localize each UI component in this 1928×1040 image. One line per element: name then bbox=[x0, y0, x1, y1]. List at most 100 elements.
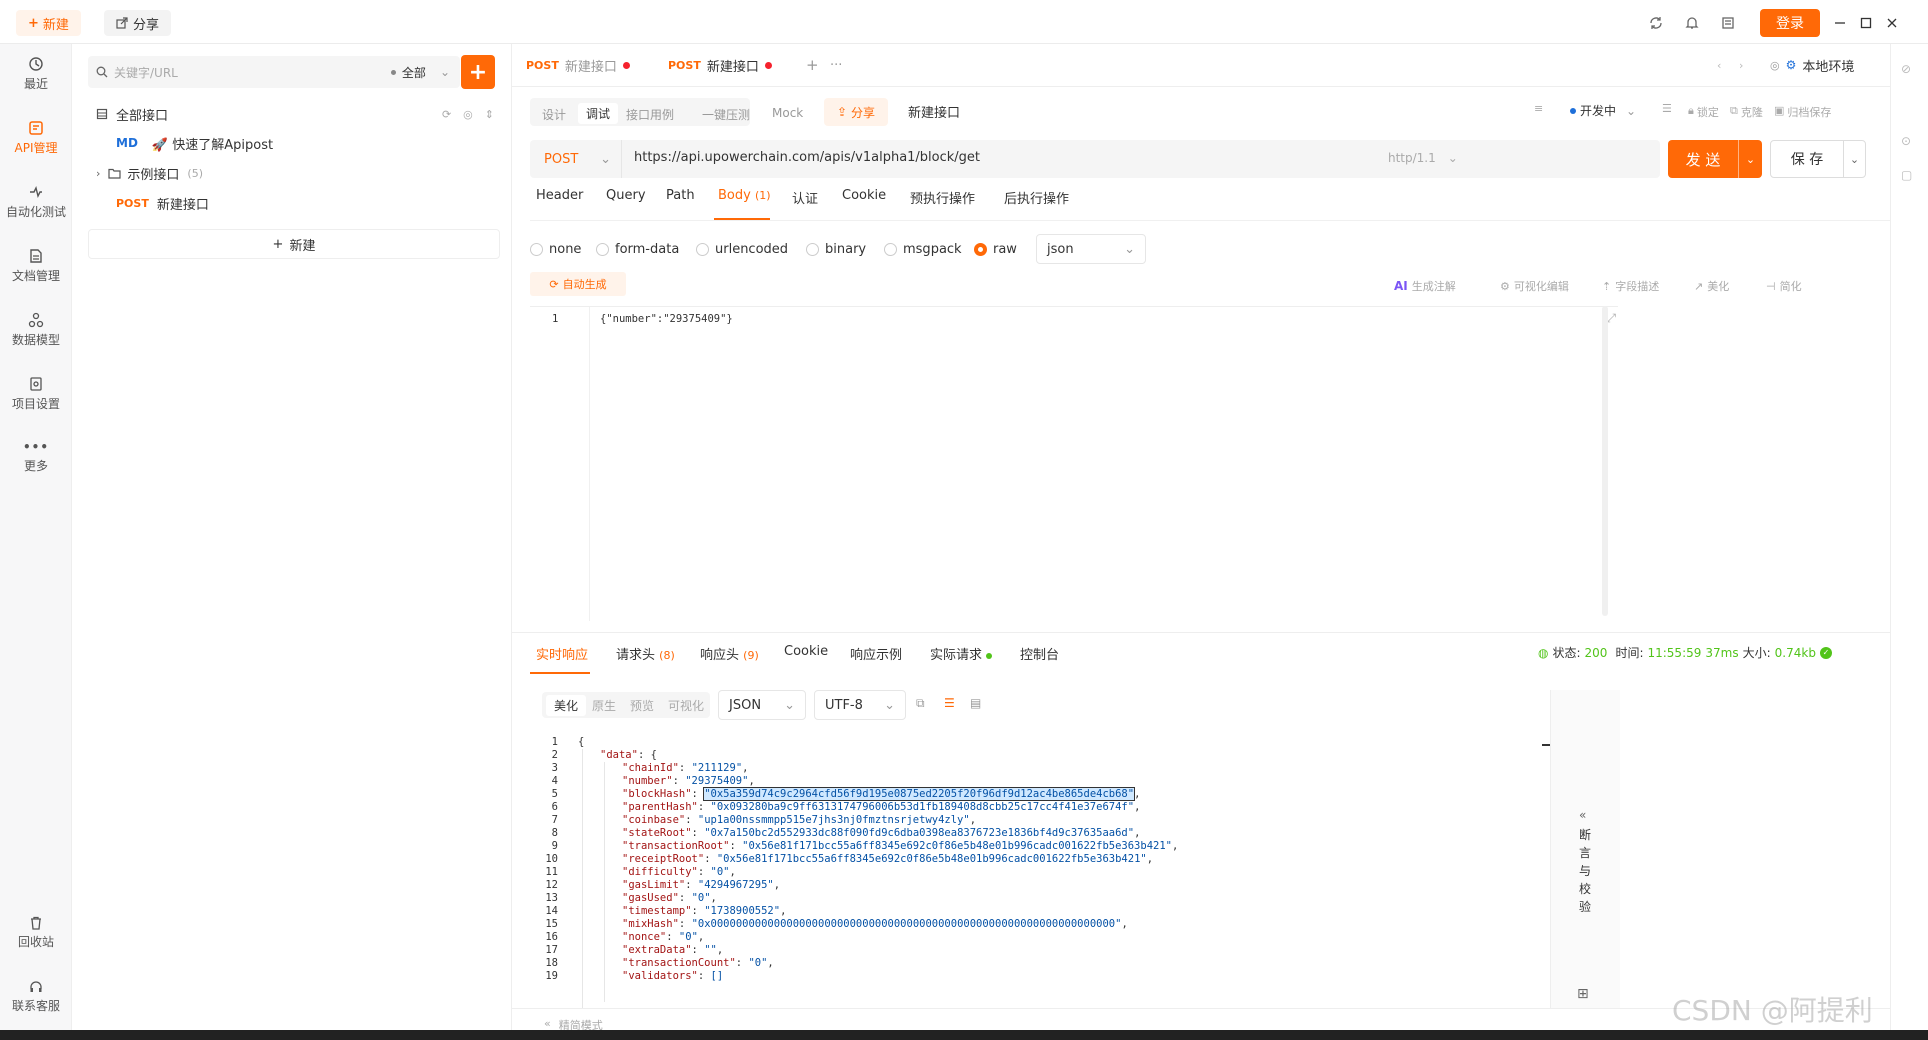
beautify-button[interactable]: ↗ 美化 bbox=[1694, 278, 1729, 294]
settings-small-icon[interactable]: ⊘ bbox=[1901, 62, 1911, 76]
subtab-design[interactable]: 设计 bbox=[542, 106, 566, 123]
tab-request-2[interactable]: POST 新建接口 bbox=[668, 44, 772, 86]
nav-automation[interactable]: 自动化测试 bbox=[0, 184, 72, 220]
req-tab-pre-script[interactable]: 预执行操作 bbox=[910, 188, 975, 207]
tree-folder-examples[interactable]: › 示例接口 (5) bbox=[96, 159, 203, 187]
format-icon[interactable]: ≡ bbox=[1534, 102, 1543, 115]
nav-documents[interactable]: 文档管理 bbox=[0, 248, 72, 284]
subtab-stress[interactable]: 一键压测 bbox=[702, 106, 750, 123]
add-tab-icon[interactable]: + bbox=[806, 44, 819, 86]
locate-icon[interactable]: ◎ bbox=[463, 108, 473, 121]
nav-more[interactable]: ••• 更多 bbox=[0, 440, 72, 474]
environment-select[interactable]: ◎ ⚙ 本地环境 bbox=[1770, 44, 1854, 86]
nav-recent[interactable]: 最近 bbox=[0, 56, 72, 92]
resp-tab-request-headers[interactable]: 请求头 (8) bbox=[616, 644, 675, 663]
resp-tab-actual-request[interactable]: 实际请求 bbox=[930, 644, 993, 663]
radio-urlencoded[interactable]: urlencoded bbox=[696, 242, 788, 257]
radio-form-data[interactable]: form-data bbox=[596, 242, 679, 257]
bell-icon[interactable] bbox=[1681, 12, 1703, 34]
layout-icon[interactable]: ⊞ bbox=[1577, 986, 1589, 1002]
nav-api-management[interactable]: API管理 bbox=[0, 120, 72, 156]
search-box[interactable]: 关键字/URL 全部 ⌄ bbox=[88, 56, 460, 88]
maximize-icon[interactable] bbox=[1855, 12, 1877, 34]
nav-project-settings[interactable]: 项目设置 bbox=[0, 376, 72, 412]
prev-tab-icon[interactable]: ‹ bbox=[1717, 44, 1721, 86]
nav-support[interactable]: 联系客服 bbox=[0, 980, 72, 1014]
more-tabs-icon[interactable]: ··· bbox=[830, 44, 842, 86]
send-dropdown-icon[interactable]: ⌄ bbox=[1738, 140, 1762, 178]
body-code[interactable]: {"number":"29375409"} bbox=[600, 313, 733, 325]
raw-format-select[interactable]: json ⌄ bbox=[1036, 234, 1146, 264]
dev-status-select[interactable]: 开发中 ⌄ bbox=[1570, 102, 1636, 119]
sync-icon[interactable] bbox=[1645, 12, 1667, 34]
new-button[interactable]: + 新建 bbox=[16, 10, 81, 36]
api-name-input[interactable]: 新建接口 bbox=[908, 102, 960, 121]
chevron-left-icon[interactable]: « bbox=[1579, 808, 1586, 822]
field-desc-button[interactable]: ⇡ 字段描述 bbox=[1602, 278, 1659, 294]
radio-binary[interactable]: binary bbox=[806, 242, 866, 257]
resp-tab-examples[interactable]: 响应示例 bbox=[850, 644, 902, 663]
refresh-icon[interactable]: ⟳ bbox=[442, 108, 451, 121]
login-button[interactable]: 登录 bbox=[1760, 9, 1820, 37]
visual-edit-button[interactable]: ⚙ 可视化编辑 bbox=[1500, 278, 1569, 294]
copy-icon[interactable]: ⧉ bbox=[916, 696, 925, 711]
share-button[interactable]: 分享 bbox=[104, 10, 172, 36]
method-select[interactable]: POST ⌄ bbox=[530, 140, 622, 178]
panel-splitter[interactable] bbox=[512, 632, 1928, 633]
search-input[interactable]: 关键字/URL bbox=[114, 64, 385, 81]
save-dropdown-icon[interactable]: ⌄ bbox=[1843, 141, 1865, 177]
tab-request-1[interactable]: POST 新建接口 bbox=[526, 44, 630, 86]
url-input[interactable]: https://api.upowerchain.com/apis/v1alpha… bbox=[634, 150, 980, 165]
auto-generate-button[interactable]: ⟳ 自动生成 bbox=[530, 272, 626, 296]
resp-tab-response-headers[interactable]: 响应头 (9) bbox=[700, 644, 759, 663]
close-icon[interactable] bbox=[1881, 12, 1903, 34]
simplify-button[interactable]: ⊣ 简化 bbox=[1766, 278, 1802, 294]
tree-item-md[interactable]: MD 🚀 快速了解Apipost bbox=[116, 129, 273, 157]
resp-tab-cookie[interactable]: Cookie bbox=[784, 644, 828, 659]
req-tab-path[interactable]: Path bbox=[666, 188, 695, 203]
add-api-button[interactable]: + bbox=[461, 55, 495, 89]
generate-annotation-button[interactable]: AI 生成注解 bbox=[1394, 278, 1456, 294]
tree-item-post[interactable]: POST 新建接口 bbox=[116, 189, 209, 217]
response-format-select[interactable]: JSON ⌄ bbox=[718, 690, 806, 720]
save-button[interactable]: 保 存 ⌄ bbox=[1770, 140, 1866, 178]
response-body[interactable]: 1 {2 "data": {3 "chainId": "211129", 4 "numbe… bbox=[512, 732, 1552, 1038]
encoding-select[interactable]: UTF-8 ⌄ bbox=[814, 690, 906, 720]
req-tab-header[interactable]: Header bbox=[536, 188, 583, 203]
resp-tab-realtime[interactable]: 实时响应 bbox=[536, 644, 588, 663]
req-tab-cookie[interactable]: Cookie bbox=[842, 188, 886, 203]
resp-tab-console[interactable]: 控制台 bbox=[1020, 644, 1059, 663]
view-visual[interactable]: 可视化 bbox=[668, 697, 704, 714]
lock-button[interactable]: 🔒︎ 锁定 bbox=[1688, 104, 1719, 120]
minimize-icon[interactable] bbox=[1829, 12, 1851, 34]
radio-raw[interactable]: raw bbox=[974, 242, 1017, 257]
nav-data-model[interactable]: 数据模型 bbox=[0, 312, 72, 348]
list-icon[interactable]: ☰ bbox=[1662, 102, 1672, 115]
save-response-icon[interactable]: ▤ bbox=[970, 696, 981, 710]
add-new-button[interactable]: + 新建 bbox=[88, 229, 500, 259]
collapse-icon[interactable]: ⇕ bbox=[485, 108, 494, 121]
subtab-mock[interactable]: Mock bbox=[772, 106, 803, 120]
view-beautify[interactable]: 美化 bbox=[546, 695, 587, 716]
share-api-button[interactable]: ⇪ 分享 bbox=[824, 98, 888, 126]
req-tab-query[interactable]: Query bbox=[606, 188, 646, 203]
radio-none[interactable]: none bbox=[530, 242, 581, 257]
nav-trash[interactable]: 回收站 bbox=[0, 916, 72, 950]
send-button[interactable]: 发 送 ⌄ bbox=[1668, 140, 1762, 178]
subtab-debug[interactable]: 调试 bbox=[578, 103, 619, 124]
tree-all-apis[interactable]: 全部接口 ⟳ ◎ ⇕ bbox=[96, 100, 500, 128]
next-tab-icon[interactable]: › bbox=[1739, 44, 1743, 86]
filter-select[interactable]: 全部 bbox=[402, 64, 426, 81]
doc-small-icon[interactable]: ▢ bbox=[1901, 168, 1912, 182]
protocol-select[interactable]: http/1.1 ⌄ bbox=[1388, 151, 1458, 165]
view-raw[interactable]: 原生 bbox=[592, 697, 616, 714]
view-preview[interactable]: 预览 bbox=[630, 697, 654, 714]
assertion-tab[interactable]: 断言与校验 bbox=[1579, 826, 1593, 916]
radio-msgpack[interactable]: msgpack bbox=[884, 242, 962, 257]
archive-save-button[interactable]: ▣ 归档保存 bbox=[1774, 104, 1831, 120]
req-tab-body[interactable]: Body (1) bbox=[718, 188, 771, 203]
req-tab-auth[interactable]: 认证 bbox=[792, 188, 818, 207]
notes-icon[interactable] bbox=[1717, 12, 1739, 34]
wrap-icon[interactable]: ☰ bbox=[944, 696, 955, 710]
req-tab-post-script[interactable]: 后执行操作 bbox=[1004, 188, 1069, 207]
